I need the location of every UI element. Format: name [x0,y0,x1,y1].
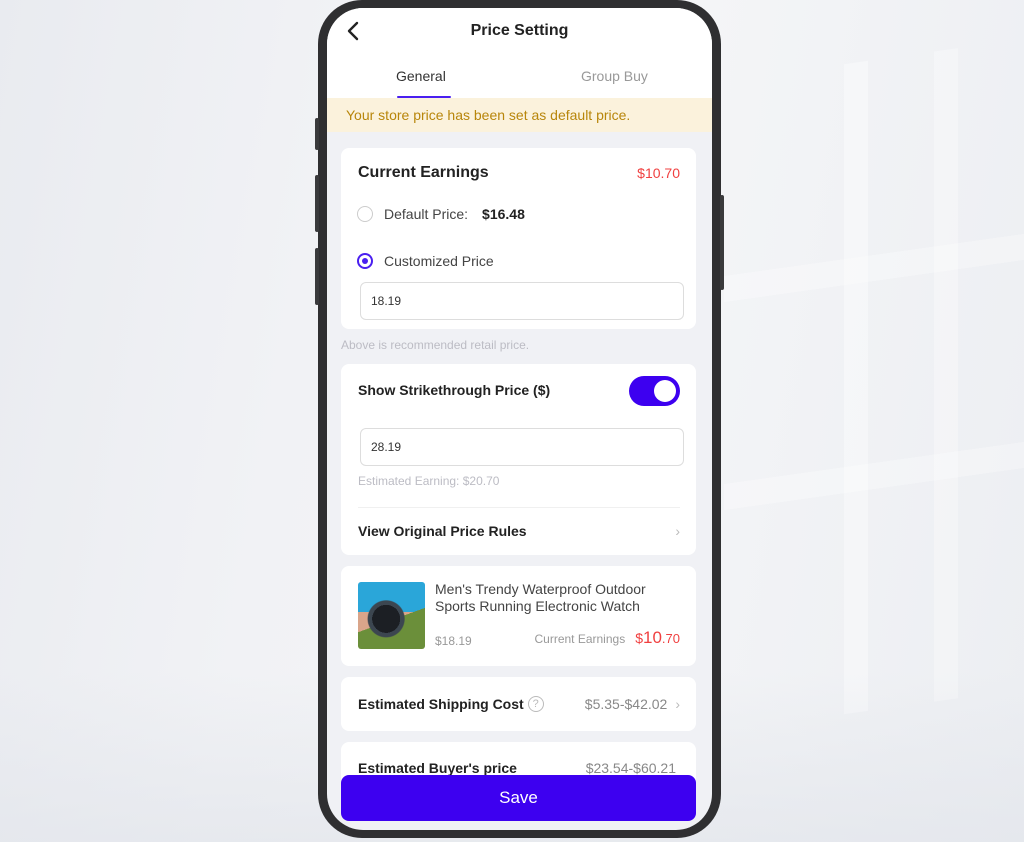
default-price-value: $16.48 [482,206,525,222]
customized-price-option[interactable]: Customized Price [357,253,494,269]
watch-product-image [358,582,425,649]
phone-volume-up-button [315,175,319,232]
product-card: Men's Trendy Waterproof Outdoor Sports R… [341,566,696,666]
save-button[interactable]: Save [341,775,696,821]
default-price-notice: Your store price has been set as default… [327,98,712,132]
background-window-light [724,38,1024,732]
default-price-option[interactable]: Default Price: $16.48 [357,206,525,222]
rules-label: View Original Price Rules [358,523,527,539]
default-price-label: Default Price: [384,206,469,222]
customized-price-radio[interactable] [357,253,373,269]
page-title: Price Setting [470,22,569,39]
recommended-price-hint: Above is recommended retail price. [341,338,530,352]
estimated-earning-text: Estimated Earning: $20.70 [358,474,500,488]
product-name: Men's Trendy Waterproof Outdoor Sports R… [435,581,646,614]
chevron-right-icon: › [675,523,680,539]
phone-volume-down-button [315,248,319,305]
header: Price Setting General Group Buy [327,8,712,98]
view-original-price-rules-link[interactable]: View Original Price Rules › [358,507,680,555]
buyer-price-value: $23.54-$60.21 [585,760,676,776]
toggle-knob [654,380,676,402]
strikethrough-toggle[interactable] [629,376,680,406]
customized-price-label: Customized Price [384,253,494,269]
help-icon[interactable]: ? [527,696,544,712]
chevron-right-icon: › [675,696,680,712]
phone-power-button [720,195,724,290]
shipping-label: Estimated Shipping Cost [358,696,524,712]
phone-screen: Price Setting General Group Buy Your sto… [327,8,712,830]
default-price-radio[interactable] [357,206,373,222]
product-earnings: Current Earnings $ 10 .70 [534,628,680,648]
estimated-shipping-row[interactable]: Estimated Shipping Cost ? $5.35-$42.02 › [341,677,696,731]
strikethrough-price-input[interactable]: 28.19 [360,428,684,466]
product-earnings-dec: .70 [661,631,680,646]
phone-side-button [315,118,319,150]
phone-frame: Price Setting General Group Buy Your sto… [315,0,724,838]
shipping-value: $5.35-$42.02 [584,696,668,712]
product-earnings-label: Current Earnings [534,632,626,646]
tab-bar: General Group Buy [327,66,712,98]
current-earnings-value: $10.70 [637,165,680,181]
tab-group-buy[interactable]: Group Buy [581,68,648,84]
buyer-price-label: Estimated Buyer's price [358,760,517,776]
strikethrough-title: Show Strikethrough Price ($) [358,382,551,398]
product-earnings-currency: $ [635,630,643,646]
product-price: $18.19 [435,634,472,648]
strikethrough-price-card: Show Strikethrough Price ($) 28.19 Estim… [341,364,696,555]
tab-general[interactable]: General [396,68,446,84]
current-earnings-card: Current Earnings $10.70 Default Price: $… [341,148,696,329]
product-earnings-int: 10 [643,628,662,647]
customized-price-input[interactable]: 18.19 [360,282,684,320]
active-tab-indicator [397,96,451,98]
current-earnings-title: Current Earnings [358,164,489,181]
